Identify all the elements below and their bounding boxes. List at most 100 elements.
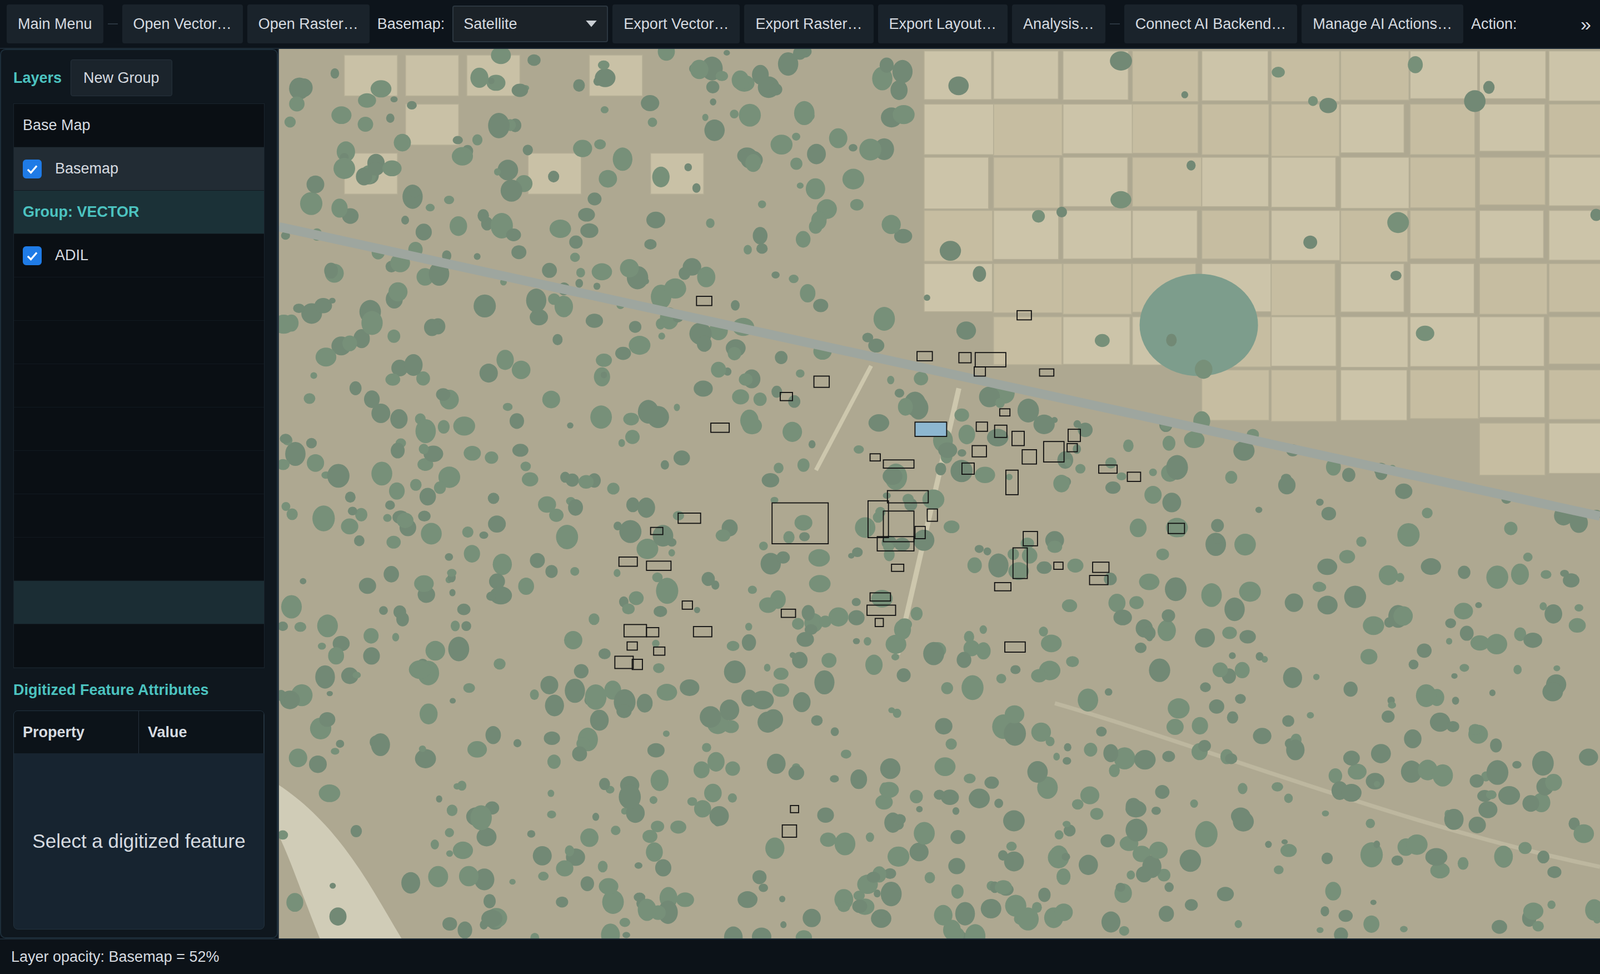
building-footprint[interactable] <box>976 421 988 432</box>
building-footprint[interactable] <box>994 582 1011 591</box>
building-footprint[interactable] <box>646 627 659 637</box>
building-footprint[interactable] <box>914 526 925 539</box>
empty-row[interactable] <box>13 450 264 495</box>
building-footprint[interactable] <box>887 490 929 503</box>
building-footprint[interactable] <box>972 445 987 457</box>
building-footprint[interactable] <box>975 352 1006 367</box>
building-footprint[interactable] <box>624 624 647 637</box>
building-footprint[interactable] <box>1004 641 1026 652</box>
building-footprint[interactable] <box>626 641 637 651</box>
layer-row[interactable]: Basemap <box>13 147 264 191</box>
basemap-dropdown[interactable]: Satellite <box>452 5 608 43</box>
empty-row[interactable] <box>13 537 264 581</box>
group-header[interactable]: Group: VECTOR <box>13 190 264 234</box>
building-footprint[interactable] <box>914 421 947 437</box>
building-footprint[interactable] <box>876 536 914 551</box>
building-footprint[interactable] <box>866 604 896 615</box>
building-footprint[interactable] <box>1022 449 1037 465</box>
building-footprint[interactable] <box>1012 431 1025 446</box>
building-footprint[interactable] <box>962 462 975 475</box>
building-footprint[interactable] <box>916 351 933 361</box>
building-footprint[interactable] <box>868 500 889 538</box>
building-footprint[interactable] <box>1013 547 1028 578</box>
empty-row[interactable] <box>13 364 264 408</box>
building-footprint[interactable] <box>814 376 830 388</box>
empty-placeholder: Select a digitized feature <box>32 829 246 852</box>
toolbar-button[interactable]: Export Layout… <box>878 4 1009 44</box>
layer-list: Base MapBasemap Group: VECTOR ADIL <box>13 103 265 669</box>
building-footprint[interactable] <box>974 366 986 377</box>
building-footprint[interactable] <box>1098 465 1118 474</box>
building-footprint[interactable] <box>782 824 797 837</box>
layer-checkbox[interactable] <box>22 159 42 179</box>
building-footprint[interactable] <box>1089 575 1109 585</box>
new-group-button[interactable]: New Group <box>70 59 173 97</box>
building-footprint[interactable] <box>650 527 664 535</box>
layer-row[interactable]: ADIL <box>13 233 264 278</box>
empty-row[interactable] <box>13 277 264 321</box>
building-footprint[interactable] <box>790 805 799 813</box>
building-footprint[interactable] <box>1127 471 1141 482</box>
building-footprint[interactable] <box>1068 429 1081 442</box>
toolbar-button[interactable]: Main Menu <box>6 4 104 44</box>
building-footprint[interactable] <box>1023 531 1038 546</box>
building-footprint[interactable] <box>891 564 904 572</box>
building-footprint[interactable] <box>958 352 971 363</box>
building-footprint[interactable] <box>619 556 638 567</box>
building-footprint[interactable] <box>1092 561 1109 572</box>
building-footprint[interactable] <box>999 408 1010 416</box>
building-footprint[interactable] <box>1005 470 1019 495</box>
building-footprint[interactable] <box>614 655 633 669</box>
building-footprint[interactable] <box>682 600 693 610</box>
building-footprint[interactable] <box>883 459 914 468</box>
building-footprint[interactable] <box>870 592 891 601</box>
building-footprint[interactable] <box>1043 441 1065 462</box>
toolbar-button[interactable]: Connect AI Backend… <box>1124 4 1298 44</box>
building-footprint[interactable] <box>780 392 793 401</box>
toolbar-button[interactable]: Open Vector… <box>122 4 243 44</box>
layer-label: ADIL <box>55 246 89 264</box>
overflow-button[interactable]: » <box>1578 13 1594 36</box>
empty-row[interactable] <box>13 580 264 625</box>
building-footprint[interactable] <box>1168 522 1185 533</box>
toolbar-button[interactable]: Manage AI Actions… <box>1301 4 1464 44</box>
building-footprint[interactable] <box>653 646 665 656</box>
building-footprint[interactable] <box>1053 561 1064 570</box>
table-header: PropertyValue <box>13 710 264 754</box>
empty-row[interactable] <box>13 320 264 365</box>
toolbar-button[interactable]: Export Raster… <box>744 4 874 44</box>
status-bar: Layer opacity: Basemap = 52% <box>0 938 1600 974</box>
building-footprint[interactable] <box>1067 443 1078 452</box>
building-footprint[interactable] <box>994 425 1008 438</box>
toolbar-button[interactable]: Export Vector… <box>612 4 740 44</box>
map-view[interactable] <box>278 48 1600 939</box>
group-header[interactable]: Base Map <box>13 103 264 148</box>
building-footprint[interactable] <box>926 509 937 522</box>
building-footprint[interactable] <box>870 453 881 461</box>
layer-checkbox[interactable] <box>22 246 42 266</box>
column-header[interactable]: Property <box>13 710 139 754</box>
toolbar: Main Menu Open Vector…Open Raster…Basemap… <box>0 0 1600 49</box>
column-header[interactable]: Value <box>138 710 264 754</box>
building-footprint[interactable] <box>875 617 884 627</box>
building-footprint[interactable] <box>1017 310 1032 321</box>
empty-row[interactable] <box>13 494 264 538</box>
building-footprint[interactable] <box>696 296 712 306</box>
building-footprint[interactable] <box>781 609 796 618</box>
empty-row[interactable] <box>13 624 264 668</box>
building-footprint[interactable] <box>693 626 712 637</box>
map-canvas[interactable] <box>277 48 1600 939</box>
dropdown-value: Satellite <box>463 15 517 33</box>
building-footprint[interactable] <box>710 422 730 433</box>
toolbar-label: Basemap: <box>374 15 449 33</box>
building-footprint[interactable] <box>1039 369 1055 377</box>
layer-label: Group: VECTOR <box>22 203 140 221</box>
toolbar-button[interactable]: Open Raster… <box>247 4 370 44</box>
building-footprint[interactable] <box>771 502 829 545</box>
empty-row[interactable] <box>13 407 264 451</box>
check-icon <box>25 161 40 177</box>
toolbar-button[interactable]: Analysis… <box>1012 4 1106 44</box>
building-footprint[interactable] <box>646 560 671 571</box>
building-footprint[interactable] <box>632 659 643 670</box>
building-footprint[interactable] <box>678 512 701 523</box>
